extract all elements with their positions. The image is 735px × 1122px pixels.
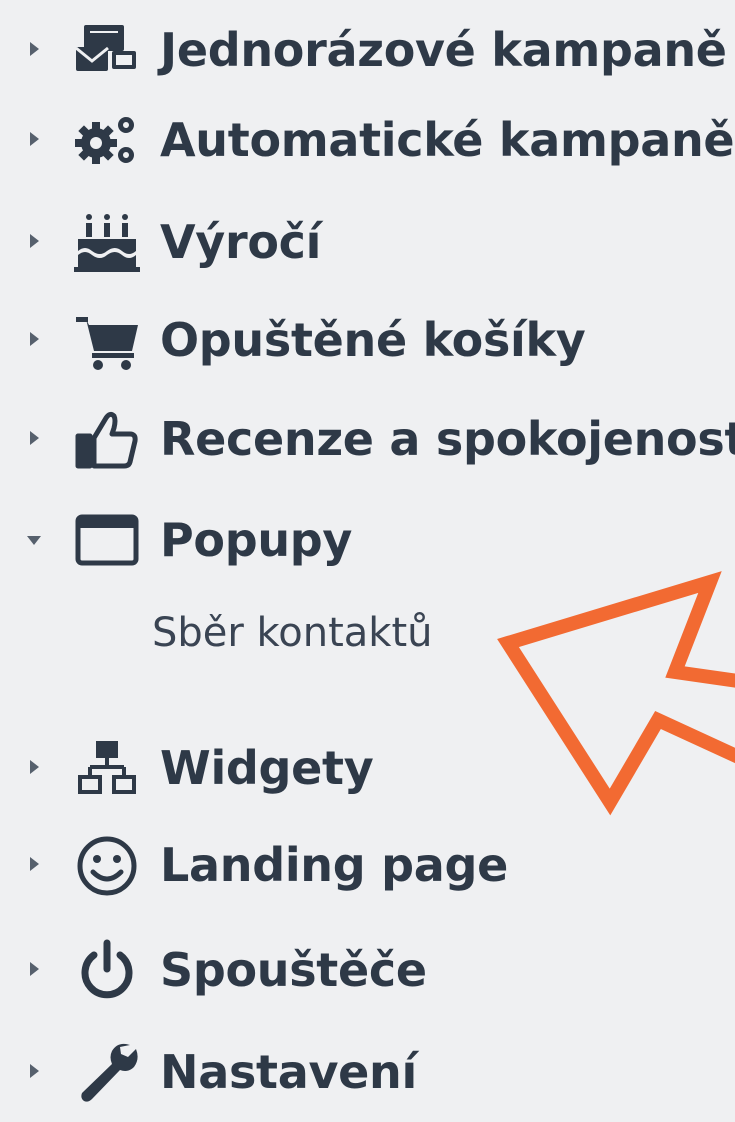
sitemap-icon (72, 733, 142, 803)
thumbs-up-icon (72, 404, 142, 474)
menu-item-jednorazove-kampane[interactable]: Jednorázové kampaně (0, 0, 735, 100)
smiley-icon (72, 830, 142, 900)
menu-item-label: Widgety (160, 741, 374, 795)
caret-down-icon[interactable] (27, 536, 41, 545)
submenu-item-sber-kontaktu[interactable]: Sběr kontaktů (152, 603, 433, 663)
caret-right-icon[interactable] (30, 431, 39, 445)
caret-right-icon[interactable] (30, 962, 39, 976)
caret-right-icon[interactable] (30, 857, 39, 871)
menu-item-label: Jednorázové kampaně (160, 23, 727, 77)
power-icon (72, 935, 142, 1005)
envelopes-icon (72, 15, 142, 85)
menu-item-automaticke-kampane[interactable]: Automatické kampaně (0, 90, 735, 190)
menu-item-label: Recenze a spokojenost (160, 412, 735, 466)
window-icon (72, 505, 142, 575)
menu-item-label: Nastavení (160, 1045, 417, 1099)
menu-item-vyroci[interactable]: Výročí (0, 192, 735, 292)
shopping-cart-icon (72, 305, 142, 375)
wrench-icon (72, 1037, 142, 1107)
menu-item-label: Landing page (160, 838, 508, 892)
birthday-cake-icon (72, 207, 142, 277)
menu-item-opustene-kosiky[interactable]: Opuštěné košíky (0, 290, 735, 390)
menu-item-recenze-a-spokojenost[interactable]: Recenze a spokojenost (0, 389, 735, 489)
caret-right-icon[interactable] (30, 1064, 39, 1078)
caret-right-icon[interactable] (30, 234, 39, 248)
caret-right-icon[interactable] (30, 760, 39, 774)
menu-item-label: Výročí (160, 215, 322, 269)
caret-right-icon[interactable] (30, 332, 39, 346)
caret-right-icon[interactable] (30, 42, 39, 56)
menu-item-label: Automatické kampaně (160, 113, 735, 167)
menu-item-label: Popupy (160, 513, 353, 567)
menu-item-label: Opuštěné košíky (160, 313, 586, 367)
menu-item-landing-page[interactable]: Landing page (0, 815, 735, 915)
caret-right-icon[interactable] (30, 132, 39, 146)
gears-icon (72, 105, 142, 175)
sidebar-menu: Jednorázové kampaně Automatické kampaně … (0, 0, 735, 1102)
menu-item-label: Spouštěče (160, 943, 427, 997)
menu-item-nastaveni[interactable]: Nastavení (0, 1022, 735, 1122)
menu-item-spoustece[interactable]: Spouštěče (0, 920, 735, 1020)
annotation-arrow (497, 571, 735, 816)
